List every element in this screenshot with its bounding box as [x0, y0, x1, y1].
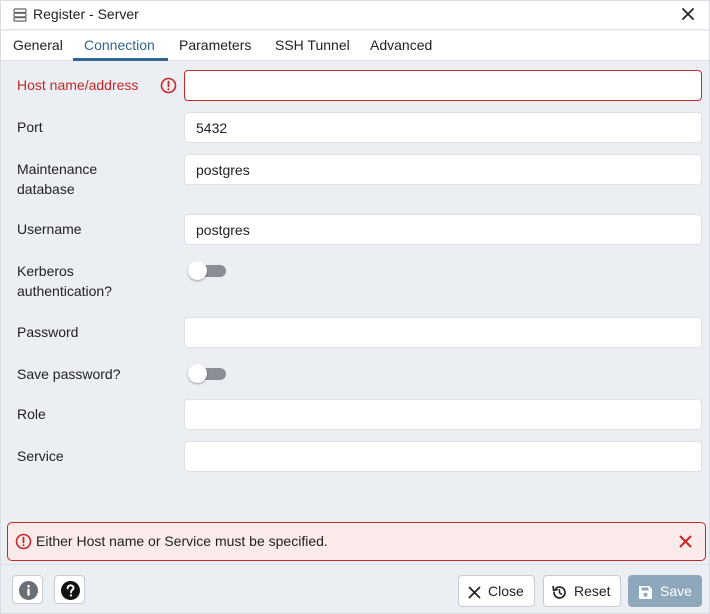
- save-password-toggle[interactable]: [188, 363, 228, 383]
- question-icon: [61, 581, 80, 600]
- kerberos-label-line2: authentication?: [17, 283, 112, 299]
- alert-message: Either Host name or Service must be spec…: [36, 533, 328, 549]
- tab-connection[interactable]: Connection: [84, 37, 155, 53]
- help-button[interactable]: [54, 575, 85, 604]
- kerberos-label-line1: Kerberos: [17, 263, 74, 279]
- maintenance-db-input[interactable]: [184, 154, 702, 185]
- reset-button-label: Reset: [574, 583, 611, 599]
- tab-ssh-tunnel[interactable]: SSH Tunnel: [275, 37, 350, 53]
- dialog-footer: Close Reset Save: [1, 564, 709, 613]
- close-icon[interactable]: [679, 5, 697, 23]
- role-input[interactable]: [184, 399, 702, 430]
- role-label: Role: [17, 406, 46, 422]
- service-input[interactable]: [184, 441, 702, 472]
- host-label: Host name/address: [17, 77, 139, 93]
- info-button[interactable]: [12, 575, 43, 604]
- host-input[interactable]: [184, 70, 702, 101]
- error-icon: [15, 533, 32, 550]
- dismiss-alert-icon[interactable]: [678, 534, 693, 549]
- password-input[interactable]: [184, 317, 702, 348]
- validation-alert: Either Host name or Service must be spec…: [7, 522, 706, 561]
- save-button[interactable]: Save: [628, 575, 702, 607]
- tab-general[interactable]: General: [13, 37, 63, 53]
- password-label: Password: [17, 324, 79, 340]
- tab-bar: General Connection Parameters SSH Tunnel…: [1, 31, 709, 61]
- close-button-label: Close: [488, 583, 524, 599]
- dialog-title: Register - Server: [33, 6, 139, 22]
- save-button-label: Save: [660, 583, 692, 599]
- close-button[interactable]: Close: [458, 575, 535, 607]
- toggle-knob: [188, 364, 207, 383]
- reset-button[interactable]: Reset: [543, 575, 621, 607]
- tab-parameters[interactable]: Parameters: [179, 37, 251, 53]
- info-icon: [19, 581, 38, 600]
- maintenance-db-label-line1: Maintenance: [17, 161, 98, 177]
- save-password-label: Save password?: [17, 366, 121, 382]
- toggle-knob: [188, 261, 207, 280]
- service-label: Service: [17, 448, 64, 464]
- error-icon: [160, 77, 177, 94]
- active-tab-indicator: [73, 58, 168, 61]
- save-icon: [639, 586, 652, 599]
- tab-advanced[interactable]: Advanced: [370, 37, 432, 53]
- username-input[interactable]: [184, 214, 702, 245]
- kerberos-toggle[interactable]: [188, 260, 228, 280]
- maintenance-db-label-line2: database: [17, 181, 75, 197]
- port-input[interactable]: [184, 112, 702, 143]
- server-icon: [13, 8, 27, 22]
- username-label: Username: [17, 221, 82, 237]
- reset-icon: [552, 585, 566, 599]
- register-server-dialog: Register - Server General Connection Par…: [0, 0, 710, 614]
- dialog-titlebar: Register - Server: [1, 1, 709, 30]
- close-icon: [468, 586, 481, 599]
- port-label: Port: [17, 119, 43, 135]
